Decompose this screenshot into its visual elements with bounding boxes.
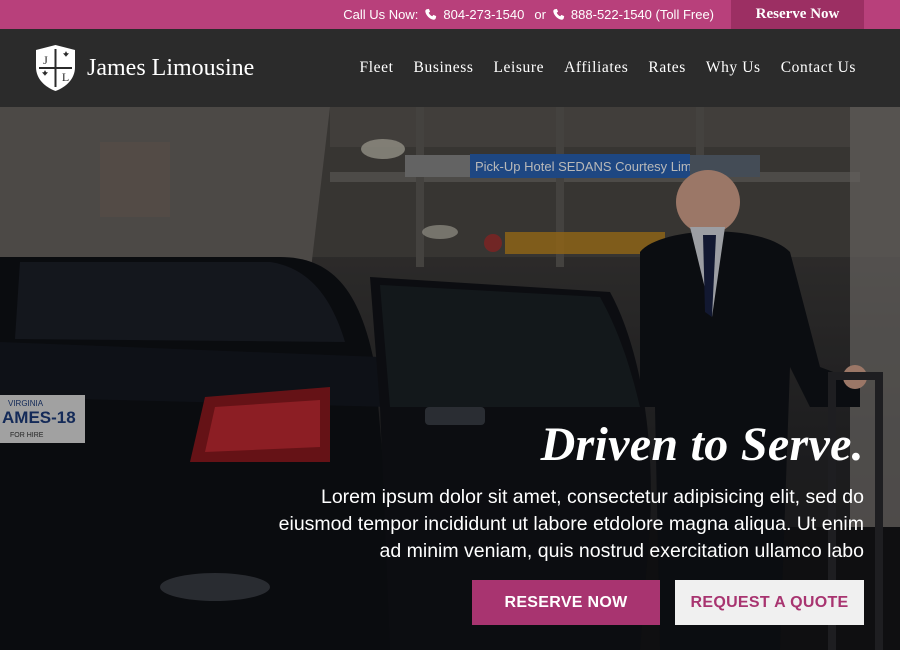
- request-quote-button[interactable]: REQUEST A QUOTE: [675, 580, 864, 625]
- top-bar: Call Us Now: 804-273-1540 or 888-522-154…: [0, 0, 900, 29]
- call-info: Call Us Now: 804-273-1540 or 888-522-154…: [343, 7, 714, 22]
- phone-tollfree-link[interactable]: 888-522-1540 (Toll Free): [571, 7, 714, 22]
- nav-item-why-us[interactable]: Why Us: [706, 59, 761, 77]
- brand-name: James Limousine: [87, 54, 255, 81]
- hero-section: Pick-Up Hotel SEDANS Courtesy Limo VIRGI…: [0, 107, 900, 650]
- reserve-now-button[interactable]: RESERVE NOW: [472, 580, 660, 625]
- hero-photo: Pick-Up Hotel SEDANS Courtesy Limo VIRGI…: [0, 107, 900, 650]
- brand-logo[interactable]: J L James Limousine: [34, 43, 254, 93]
- hero-cta-row: RESERVE NOW REQUEST A QUOTE: [472, 580, 864, 625]
- phone-separator: or: [534, 7, 546, 22]
- shield-crest-icon: J L: [36, 45, 75, 91]
- phone-icon: [553, 8, 565, 20]
- hero-headline: Driven to Serve.: [540, 418, 864, 471]
- phone-local-link[interactable]: 804-273-1540: [443, 7, 524, 22]
- nav-item-leisure[interactable]: Leisure: [493, 59, 544, 77]
- hero-body-copy: Lorem ipsum dolor sit amet, consectetur …: [278, 486, 864, 562]
- main-navbar: J L James Limousine Fleet Business Leisu…: [0, 29, 900, 107]
- reserve-now-top-button[interactable]: Reserve Now: [731, 0, 864, 29]
- crest-letter-j: J: [43, 53, 48, 67]
- nav-item-fleet[interactable]: Fleet: [360, 59, 394, 77]
- nav-item-contact-us[interactable]: Contact Us: [781, 59, 856, 77]
- nav-item-business[interactable]: Business: [414, 59, 474, 77]
- hero-text-block: Driven to Serve. Lorem ipsum dolor sit a…: [274, 417, 864, 565]
- nav-menu: Fleet Business Leisure Affiliates Rates …: [340, 59, 856, 77]
- crest-letter-l: L: [62, 70, 69, 84]
- nav-item-affiliates[interactable]: Affiliates: [564, 59, 628, 77]
- phone-icon: [425, 8, 437, 20]
- call-label: Call Us Now:: [343, 7, 419, 22]
- nav-item-rates[interactable]: Rates: [648, 59, 685, 77]
